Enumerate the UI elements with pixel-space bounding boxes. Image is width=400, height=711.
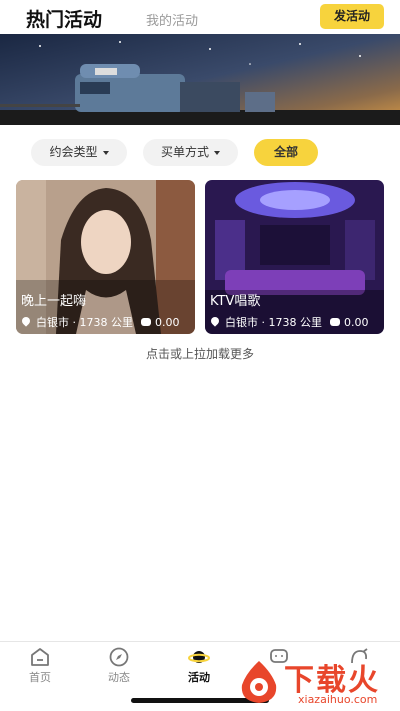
tab-my-activities[interactable]: 我的活动 xyxy=(146,10,198,29)
location-pin-icon xyxy=(209,315,221,327)
date-type-filter[interactable]: 约会类型 xyxy=(31,139,127,166)
nav-moments-label: 动态 xyxy=(108,671,130,684)
watermark-logo: 下载火 xiazaihuo.com xyxy=(236,657,400,711)
card-title: 晚上一起嗨 xyxy=(21,294,87,309)
card-meta: 白银市 · 1738 公里 0.00 xyxy=(209,314,369,330)
banner-image[interactable] xyxy=(0,34,400,125)
nav-moments[interactable]: 动态 xyxy=(94,646,144,685)
tab-hot-activities[interactable]: 热门活动 xyxy=(26,5,102,32)
nav-activity[interactable]: 活动 xyxy=(174,646,224,685)
watermark-url: xiazaihuo.com xyxy=(298,693,378,706)
location-pin-icon xyxy=(20,315,32,327)
planet-icon xyxy=(188,651,210,663)
card-photo-ktv-room xyxy=(205,180,384,334)
nav-activity-label: 活动 xyxy=(188,671,210,684)
compass-icon xyxy=(109,647,129,667)
card-price: 0.00 xyxy=(154,316,180,329)
home-icon xyxy=(31,648,49,666)
publish-activity-button[interactable]: 发活动 xyxy=(320,4,384,29)
flame-logo-icon xyxy=(241,661,277,703)
all-filter-button[interactable]: 全部 xyxy=(254,139,318,166)
caret-down-icon xyxy=(102,150,109,155)
card-price: 0.00 xyxy=(343,316,369,329)
coin-stack-icon xyxy=(140,318,151,326)
pay-method-filter-label: 买单方式 xyxy=(160,145,209,159)
card-meta: 白银市 · 1738 公里 0.00 xyxy=(20,314,180,330)
activity-card[interactable]: KTV唱歌 白银市 · 1738 公里 0.00 xyxy=(205,180,384,334)
card-photo-woman xyxy=(16,180,195,334)
nav-home[interactable]: 首页 xyxy=(15,646,65,685)
card-location: 白银市 · 1738 公里 xyxy=(36,316,133,329)
load-more-link[interactable]: 点击或上拉加载更多 xyxy=(0,345,400,362)
card-location: 白银市 · 1738 公里 xyxy=(225,316,322,329)
date-type-filter-label: 约会类型 xyxy=(49,145,98,159)
pay-method-filter[interactable]: 买单方式 xyxy=(143,139,238,166)
banner-train-illustration xyxy=(0,34,400,125)
nav-home-label: 首页 xyxy=(29,671,51,684)
caret-down-icon xyxy=(214,150,220,155)
card-title: KTV唱歌 xyxy=(210,294,261,309)
top-header: 热门活动 我的活动 发活动 xyxy=(0,0,400,34)
coin-stack-icon xyxy=(329,318,340,326)
activity-card[interactable]: 晚上一起嗨 白银市 · 1738 公里 0.00 xyxy=(16,180,195,334)
